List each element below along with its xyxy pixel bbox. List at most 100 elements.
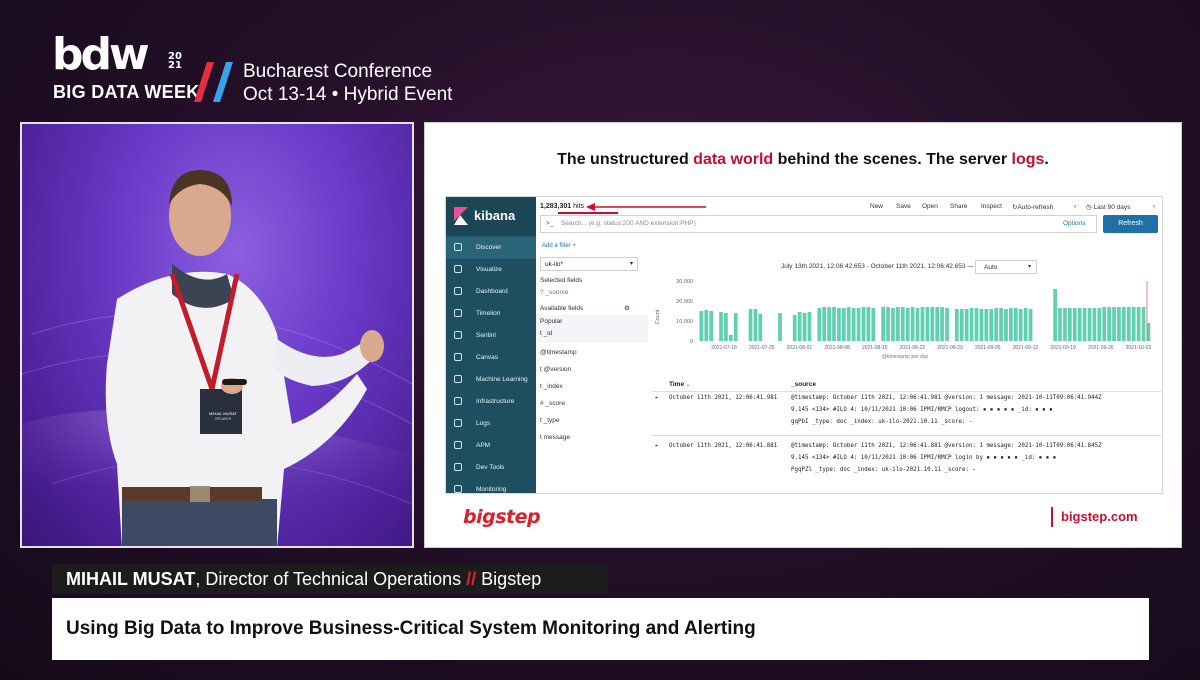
nav-item-monitoring[interactable]: Monitoring bbox=[446, 479, 536, 493]
sort-icon: ⌄ bbox=[685, 382, 691, 388]
expand-row-icon[interactable]: ▸ bbox=[655, 443, 659, 449]
bdw-logo-text: bdw bbox=[52, 29, 150, 80]
histogram-bar bbox=[891, 308, 895, 341]
nav-item-dev-tools[interactable]: Dev Tools bbox=[446, 457, 536, 479]
arrow-annotation-icon bbox=[586, 203, 706, 211]
wrench-icon bbox=[454, 463, 462, 471]
conference-line1: Bucharest Conference bbox=[243, 61, 433, 82]
histogram-bar bbox=[999, 308, 1003, 341]
histogram-bar bbox=[1023, 308, 1028, 341]
histogram-bar bbox=[900, 307, 905, 341]
nav-item-discover[interactable]: Discover bbox=[446, 237, 536, 259]
heartbeat-icon bbox=[454, 485, 462, 493]
index-pattern-select[interactable]: uk-ilo* ▾ bbox=[540, 257, 638, 271]
histogram-bar bbox=[748, 309, 753, 341]
field-item[interactable]: t @version bbox=[540, 366, 571, 373]
field-item[interactable]: t _index bbox=[540, 383, 563, 390]
nav-item-canvas[interactable]: Canvas bbox=[446, 347, 536, 369]
row-source-line2: 9.145 <134> #ILO 4: 10/11/2021 10:06 IPM… bbox=[791, 407, 1053, 413]
chevron-right-icon[interactable]: › bbox=[1153, 203, 1155, 210]
histogram-bar bbox=[1102, 307, 1107, 341]
row-time: October 11th 2021, 12:06:41.881 bbox=[669, 443, 778, 449]
popular-field-id[interactable]: t _id bbox=[540, 330, 552, 337]
menu-share[interactable]: Share bbox=[950, 203, 967, 210]
add-filter-link[interactable]: Add a filter + bbox=[542, 243, 576, 249]
options-link[interactable]: Options bbox=[1063, 220, 1085, 227]
bdw-subtitle: BIG DATA WEEK bbox=[53, 82, 200, 102]
refresh-button[interactable]: Refresh bbox=[1103, 215, 1158, 233]
speaker-company: Bigstep bbox=[481, 569, 542, 589]
x-tick-label: 2021-08-01 bbox=[787, 345, 813, 351]
bigstep-url: bigstep.com bbox=[1061, 509, 1138, 524]
histogram-bar bbox=[940, 307, 944, 341]
field-item[interactable]: # _score bbox=[540, 400, 565, 407]
histogram-bar bbox=[866, 307, 871, 341]
x-tick-label: 2021-07-18 bbox=[711, 345, 737, 351]
y-axis-label: Count bbox=[655, 309, 661, 324]
header-divider bbox=[651, 391, 1161, 392]
field-item[interactable]: t _type bbox=[540, 417, 560, 424]
expand-row-icon[interactable]: ▸ bbox=[655, 395, 659, 401]
document-table: Time ⌄ _source ▸ October 11th 2021, 12:06… bbox=[651, 379, 1161, 493]
nav-item-machine-learning[interactable]: Machine Learning bbox=[446, 369, 536, 391]
histogram-bar bbox=[1067, 308, 1072, 341]
histogram-bar bbox=[861, 307, 866, 341]
nav-item-apm[interactable]: APM bbox=[446, 435, 536, 457]
menu-auto-refresh[interactable]: ↻Auto-refresh bbox=[1012, 203, 1053, 211]
interval-select[interactable]: Auto ▾ bbox=[975, 260, 1037, 274]
nav-item-logs[interactable]: Logs bbox=[446, 413, 536, 435]
kibana-screenshot: kibana Discover Visualize Dashboard Timelio… bbox=[445, 196, 1163, 494]
bdw-logo: bdw 20 21 BIG DATA WEEK bbox=[52, 29, 199, 106]
x-tick-label: 2021-08-15 bbox=[862, 345, 888, 351]
menu-inspect[interactable]: Inspect bbox=[981, 203, 1002, 210]
menu-new[interactable]: New bbox=[870, 203, 883, 210]
histogram-bar bbox=[822, 307, 827, 341]
nav-item-label: Timelion bbox=[476, 310, 501, 317]
menu-time-range[interactable]: ◷ Last 90 days bbox=[1086, 203, 1130, 211]
interval-value: Auto bbox=[984, 264, 998, 271]
slide-title-part3: . bbox=[1044, 151, 1049, 168]
y-tick-label: 10,000 bbox=[676, 319, 693, 325]
conference-info: Bucharest Conference Oct 13-14 • Hybrid … bbox=[243, 60, 452, 106]
kibana-logo-text: kibana bbox=[474, 208, 516, 223]
hits-number: 1,283,301 bbox=[540, 203, 572, 210]
ml-icon bbox=[454, 375, 462, 383]
bdw-year-bottom: 21 bbox=[168, 60, 182, 71]
hits-underline bbox=[558, 212, 618, 214]
search-input[interactable]: >_ Search... (e.g. status:200 AND extens… bbox=[540, 215, 1097, 233]
nav-item-sentinl[interactable]: Sentinl bbox=[446, 325, 536, 347]
histogram-bar bbox=[896, 307, 900, 341]
histogram-bar bbox=[915, 308, 920, 341]
histogram-bar bbox=[1028, 309, 1033, 341]
y-tick-label: 20,000 bbox=[676, 299, 693, 305]
slide-title-part2: behind the scenes. The server bbox=[773, 151, 1012, 168]
selected-field-source[interactable]: ? _source bbox=[540, 289, 569, 296]
histogram-bar bbox=[1122, 307, 1126, 341]
row-divider bbox=[651, 435, 1161, 436]
time-header-label: Time bbox=[669, 381, 685, 388]
x-tick-label: 2021-08-29 bbox=[937, 345, 963, 351]
menu-open[interactable]: Open bbox=[922, 203, 938, 210]
histogram-bar bbox=[910, 307, 915, 341]
menu-save[interactable]: Save bbox=[896, 203, 911, 210]
nav-item-visualize[interactable]: Visualize bbox=[446, 259, 536, 281]
nav-item-label: Discover bbox=[476, 244, 502, 251]
row-time: October 11th 2021, 12:06:41.981 bbox=[669, 395, 778, 401]
histogram-bar bbox=[797, 312, 802, 341]
nav-item-label: Dev Tools bbox=[476, 464, 505, 471]
nav-item-timelion[interactable]: Timelion bbox=[446, 303, 536, 325]
nav-item-dashboard[interactable]: Dashboard bbox=[446, 281, 536, 303]
field-item[interactable]: t message bbox=[540, 434, 570, 441]
histogram-bar bbox=[728, 335, 733, 341]
gear-icon[interactable]: ⚙ bbox=[624, 304, 630, 312]
alert-icon bbox=[454, 331, 462, 339]
time-column-header[interactable]: Time ⌄ bbox=[669, 381, 690, 388]
histogram-bar bbox=[886, 307, 890, 341]
histogram-bar bbox=[851, 308, 856, 341]
field-item[interactable]: @timestamp bbox=[540, 349, 577, 356]
date-range-label: July 13th 2021, 12:06:42.653 - October 1… bbox=[781, 263, 974, 270]
histogram-bar bbox=[925, 307, 930, 341]
chevron-left-icon[interactable]: ‹ bbox=[1074, 203, 1076, 210]
interval-chevron-icon: ▾ bbox=[1028, 264, 1032, 270]
nav-item-infrastructure[interactable]: Infrastructure bbox=[446, 391, 536, 413]
